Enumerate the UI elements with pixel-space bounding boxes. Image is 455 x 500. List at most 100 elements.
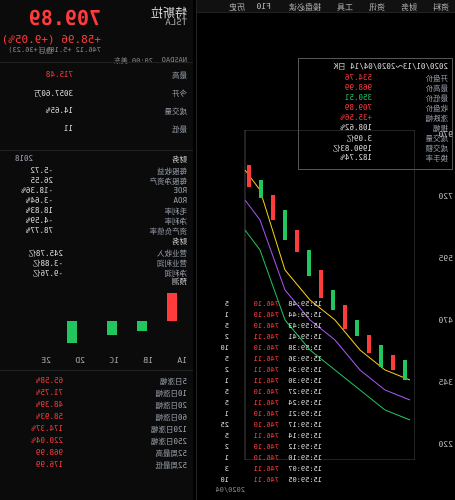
trade-volume: 25 (220, 421, 229, 429)
return-row: 120日涨幅 174.37% (0, 424, 193, 434)
trade-volume: 5 (224, 322, 229, 330)
bar-2022 (67, 321, 77, 343)
toolbar-item[interactable]: 资料 (433, 2, 449, 13)
tab-1b[interactable]: 1B (143, 356, 153, 365)
toolbar-item[interactable]: 工具 (337, 2, 353, 13)
after-hours-label: 盘后 (39, 47, 53, 55)
fin-row: 资产负债率 78.77% (0, 226, 193, 236)
trade-row: 15:59:34 746.11 2 (197, 366, 455, 376)
return-row: 250日涨幅 220.04% (0, 436, 193, 446)
trade-price: 746.11 (253, 333, 279, 341)
last-price: 709.89 (28, 6, 101, 30)
profit-row: 营业利润 -3.88亿 (0, 258, 193, 268)
toolbar-item[interactable]: 操盘必读 (289, 2, 321, 13)
quote-stat-row: 成交量 14.65% (0, 106, 193, 116)
fin-value: 18.83% (25, 206, 53, 215)
stat-label: 成交量 (164, 107, 188, 116)
trade-volume: 5 (224, 399, 229, 407)
price-axis-label: 720 (438, 192, 453, 201)
fin-value: -18.36% (21, 186, 53, 195)
trade-price: 746.11 (253, 355, 279, 363)
return-label: 60日涨幅 (155, 413, 187, 422)
trade-row: 15:59:24 746.11 5 (197, 399, 455, 409)
fin-row: ROA -3.64% (0, 196, 193, 206)
trade-time: 15:59:10 (288, 454, 322, 462)
trade-time: 15:59:44 (288, 311, 322, 319)
return-label: 5日涨幅 (159, 377, 187, 386)
stat-label: 最高 (172, 71, 187, 80)
trade-row: 15:59:30 746.11 1 (197, 377, 455, 387)
range-info-value: 968.99 (344, 83, 372, 92)
tab-2d[interactable]: 2D (75, 356, 85, 365)
session-time: 20:00 美东 (113, 57, 153, 65)
trade-price: 746.10 (253, 344, 279, 352)
trade-time: 15:59:17 (288, 421, 322, 429)
trade-volume: 5 (224, 432, 229, 440)
return-value: 220.04% (31, 436, 63, 445)
return-value: 176.99 (35, 460, 63, 469)
tab-2e[interactable]: 2E (41, 356, 51, 365)
fin-value: 26.55 (30, 176, 53, 185)
eps-tabbar: 1A 1B 1C 2D 2E (7, 356, 187, 366)
return-value: 71.75% (35, 388, 63, 397)
trade-row: 15:59:07 746.11 3 (197, 465, 455, 475)
fin-value: 78.77% (25, 226, 53, 235)
trade-volume: 3 (224, 465, 229, 473)
return-row: 52周最高 968.99 (0, 448, 193, 458)
price-axis-label: 970 (438, 130, 453, 139)
return-label: 20日涨幅 (155, 401, 187, 410)
fin-row: 每股净资产 26.55 (0, 176, 193, 186)
tab-1c[interactable]: 1C (109, 356, 119, 365)
trade-price: 746.11 (253, 366, 279, 374)
trade-row: 15:59:12 746.10 2 (197, 443, 455, 453)
return-row: 20日涨幅 48.39% (0, 400, 193, 410)
return-label: 52周最高 (155, 449, 187, 458)
stock-symbol: TSLA (165, 18, 187, 28)
trade-row: 15:59:14 746.11 5 (197, 432, 455, 442)
fin-label: ROA (173, 196, 187, 205)
bar-2019 (167, 293, 177, 321)
trade-volume: 2 (224, 443, 229, 451)
forecast-bar-chart (67, 293, 177, 343)
toolbar-item[interactable]: 历史 (229, 2, 245, 13)
return-value: 65.58% (35, 376, 63, 385)
return-row: 10日涨幅 71.75% (0, 388, 193, 398)
toolbar-item[interactable]: 财务 (401, 2, 417, 13)
trade-time: 15:59:12 (288, 443, 322, 451)
profit-row: 营业收入 245.78亿 (0, 248, 193, 258)
range-info-row: 收盘价 709.89 (299, 103, 452, 113)
fin-value: -3.64% (25, 196, 53, 205)
trade-price: 746.10 (253, 300, 279, 308)
return-value: 174.37% (31, 424, 63, 433)
stat-label: 今开 (172, 89, 187, 98)
trade-row: 15:59:43 746.10 5 (197, 322, 455, 332)
return-label: 120日涨幅 (150, 425, 187, 434)
divider (0, 370, 193, 371)
trade-row: 15:59:38 746.10 10 (197, 344, 455, 354)
trade-volume: 5 (224, 388, 229, 396)
trade-price: 746.11 (253, 377, 279, 385)
trade-price: 746.10 (253, 410, 279, 418)
trade-volume: 1 (224, 454, 229, 462)
quote-stat-row: 最高 715.48 (0, 70, 193, 80)
trade-row: 15:59:17 746.10 25 (197, 421, 455, 431)
return-label: 10日涨幅 (155, 389, 187, 398)
range-info-label: 换手率 (425, 154, 449, 163)
trade-volume: 10 (220, 476, 229, 484)
stat-label: 最低 (172, 125, 187, 134)
trade-row: 15:59:27 746.10 5 (197, 388, 455, 398)
trade-volume: 2 (224, 333, 229, 341)
toolbar-item[interactable]: 资讯 (369, 2, 385, 13)
return-label: 250日涨幅 (150, 437, 187, 446)
trade-price: 746.11 (253, 432, 279, 440)
range-info-title: 2020/01/13～2020/04/14 日K (333, 62, 448, 71)
trade-price: 746.10 (253, 322, 279, 330)
tab-1a[interactable]: 1A (177, 356, 187, 365)
trade-row: 15:59:36 746.11 5 (197, 355, 455, 365)
toolbar-item[interactable]: F10 (257, 2, 271, 11)
trade-time: 15:59:34 (288, 366, 322, 374)
x-axis-date: 2020/04 (215, 486, 245, 494)
range-info-row: 最低价 350.51 (299, 93, 452, 103)
trade-time: 15:59:38 (288, 344, 322, 352)
divider (0, 150, 193, 151)
